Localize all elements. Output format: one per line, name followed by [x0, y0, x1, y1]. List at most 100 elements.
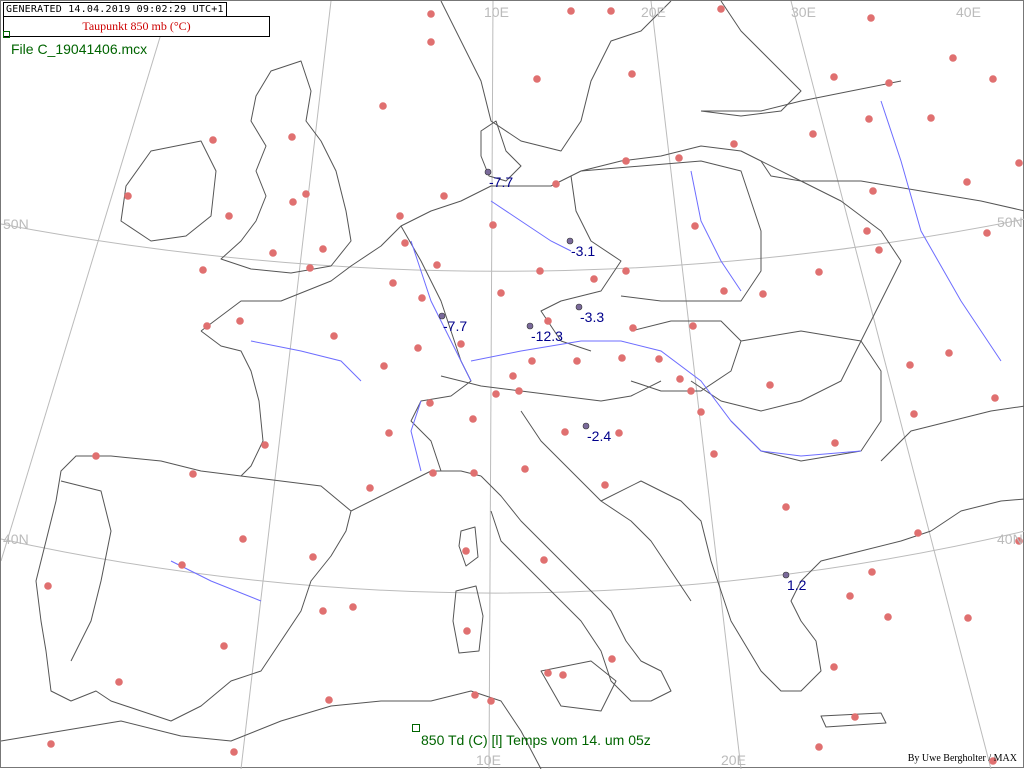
station-dot: [675, 154, 683, 162]
lat-label-50n-right: 50N: [997, 214, 1023, 230]
station-markers: [44, 5, 1023, 765]
river-elbe: [490, 200, 572, 252]
coast-ireland: [120, 140, 217, 242]
station-dot: [868, 568, 876, 576]
station-dot: [489, 221, 497, 229]
coast-sicily: [540, 660, 617, 712]
station-dot: [515, 387, 523, 395]
station-dot: [306, 264, 314, 272]
station-dot: [875, 246, 883, 254]
generated-timestamp: GENERATED 14.04.2019 09:02:29 UTC+1: [3, 2, 227, 17]
river-dnieper: [880, 100, 1002, 362]
lon-label-10e-bottom: 10E: [476, 752, 501, 768]
station-dot: [225, 212, 233, 220]
station-dot: [759, 290, 767, 298]
border-ukraine: [801, 180, 1024, 212]
station-dot: [230, 748, 238, 756]
station-dot: [949, 54, 957, 62]
station-dot: [559, 671, 567, 679]
station-dot: [178, 561, 186, 569]
dewpoint-value: -12.3: [531, 328, 563, 344]
station-dot: [884, 613, 892, 621]
station-dot: [47, 740, 55, 748]
station-dot: [44, 582, 52, 590]
station-dot: [846, 592, 854, 600]
station-dot: [92, 452, 100, 460]
station-dot: [220, 642, 228, 650]
river-vistula: [690, 170, 742, 292]
station-dot: [689, 322, 697, 330]
lon-label-40e-top: 40E: [956, 4, 981, 20]
station-dot: [717, 5, 725, 13]
station-dot: [622, 267, 630, 275]
station-dot: [426, 399, 434, 407]
station-dot: [401, 239, 409, 247]
coast-france-west: [35, 330, 352, 722]
lon-line-30e: [790, 1, 992, 769]
station-dot: [964, 614, 972, 622]
station-dot: [536, 267, 544, 275]
station-dot: [509, 372, 517, 380]
station-dot: [885, 79, 893, 87]
station-dot: [457, 340, 465, 348]
station-dot: [440, 192, 448, 200]
dewpoint-value: 1.2: [787, 577, 807, 593]
station-dot: [302, 190, 310, 198]
station-dot: [730, 140, 738, 148]
lat-line-40n: [1, 530, 1024, 594]
station-dot: [906, 361, 914, 369]
border-alps: [440, 375, 662, 402]
station-dot: [869, 187, 877, 195]
station-dot: [385, 429, 393, 437]
station-dot: [573, 357, 581, 365]
coast-balkans: [600, 480, 932, 692]
lon-label-30e-top: 30E: [791, 4, 816, 20]
coast-africa: [1, 690, 542, 769]
station-dot: [528, 357, 536, 365]
border-eastern: [690, 160, 902, 412]
station-dot: [622, 157, 630, 165]
lat-label-40n-right: 40N: [997, 531, 1023, 547]
station-dot: [469, 415, 477, 423]
station-dot: [766, 381, 774, 389]
coast-sardinia: [452, 585, 484, 654]
station-dot: [1015, 159, 1023, 167]
station-dot: [433, 261, 441, 269]
station-dot: [366, 484, 374, 492]
station-dot: [427, 38, 435, 46]
parameter-title-text: Taupunkt 850 mb (°C): [82, 19, 191, 33]
station-dot: [236, 317, 244, 325]
station-dot: [552, 180, 560, 188]
station-dot: [427, 10, 435, 18]
station-dot: [628, 70, 636, 78]
station-dot: [830, 663, 838, 671]
station-dot: [497, 289, 505, 297]
station-dot: [463, 627, 471, 635]
observation-layer: -7.7 -3.1 -3.3 -7.7 -12.3 -2.4 1.2: [438, 168, 807, 593]
station-dot: [697, 408, 705, 416]
station-dot: [471, 691, 479, 699]
station-dot: [615, 429, 623, 437]
station-dot: [261, 441, 269, 449]
lon-label-20e-top: 20E: [641, 4, 666, 20]
station-dot: [831, 439, 839, 447]
border-baltics: [701, 80, 902, 112]
border-romania: [730, 330, 882, 462]
weather-map: -7.7 -3.1 -3.3 -7.7 -12.3 -2.4 1.2 10E 20E 30E…: [0, 0, 1024, 769]
station-dot: [289, 198, 297, 206]
lon-label-20e-bottom: 20E: [721, 752, 746, 768]
station-dot: [544, 317, 552, 325]
lat-line-50n: [1, 218, 1024, 272]
lon-label-10e-top: 10E: [484, 4, 509, 20]
dewpoint-value: -2.4: [587, 428, 611, 444]
station-dot: [462, 547, 470, 555]
lat-label-50n-left: 50N: [3, 216, 29, 232]
border-spain-france: [240, 475, 352, 512]
station-dot: [269, 249, 277, 257]
border-iberia: [60, 480, 112, 662]
map-canvas: -7.7 -3.1 -3.3 -7.7 -12.3 -2.4 1.2 10E 20E 30E…: [1, 1, 1024, 769]
caption-marker-icon: [412, 724, 420, 732]
dewpoint-value: -7.7: [489, 174, 513, 190]
station-dot: [533, 75, 541, 83]
station-dot: [239, 535, 247, 543]
